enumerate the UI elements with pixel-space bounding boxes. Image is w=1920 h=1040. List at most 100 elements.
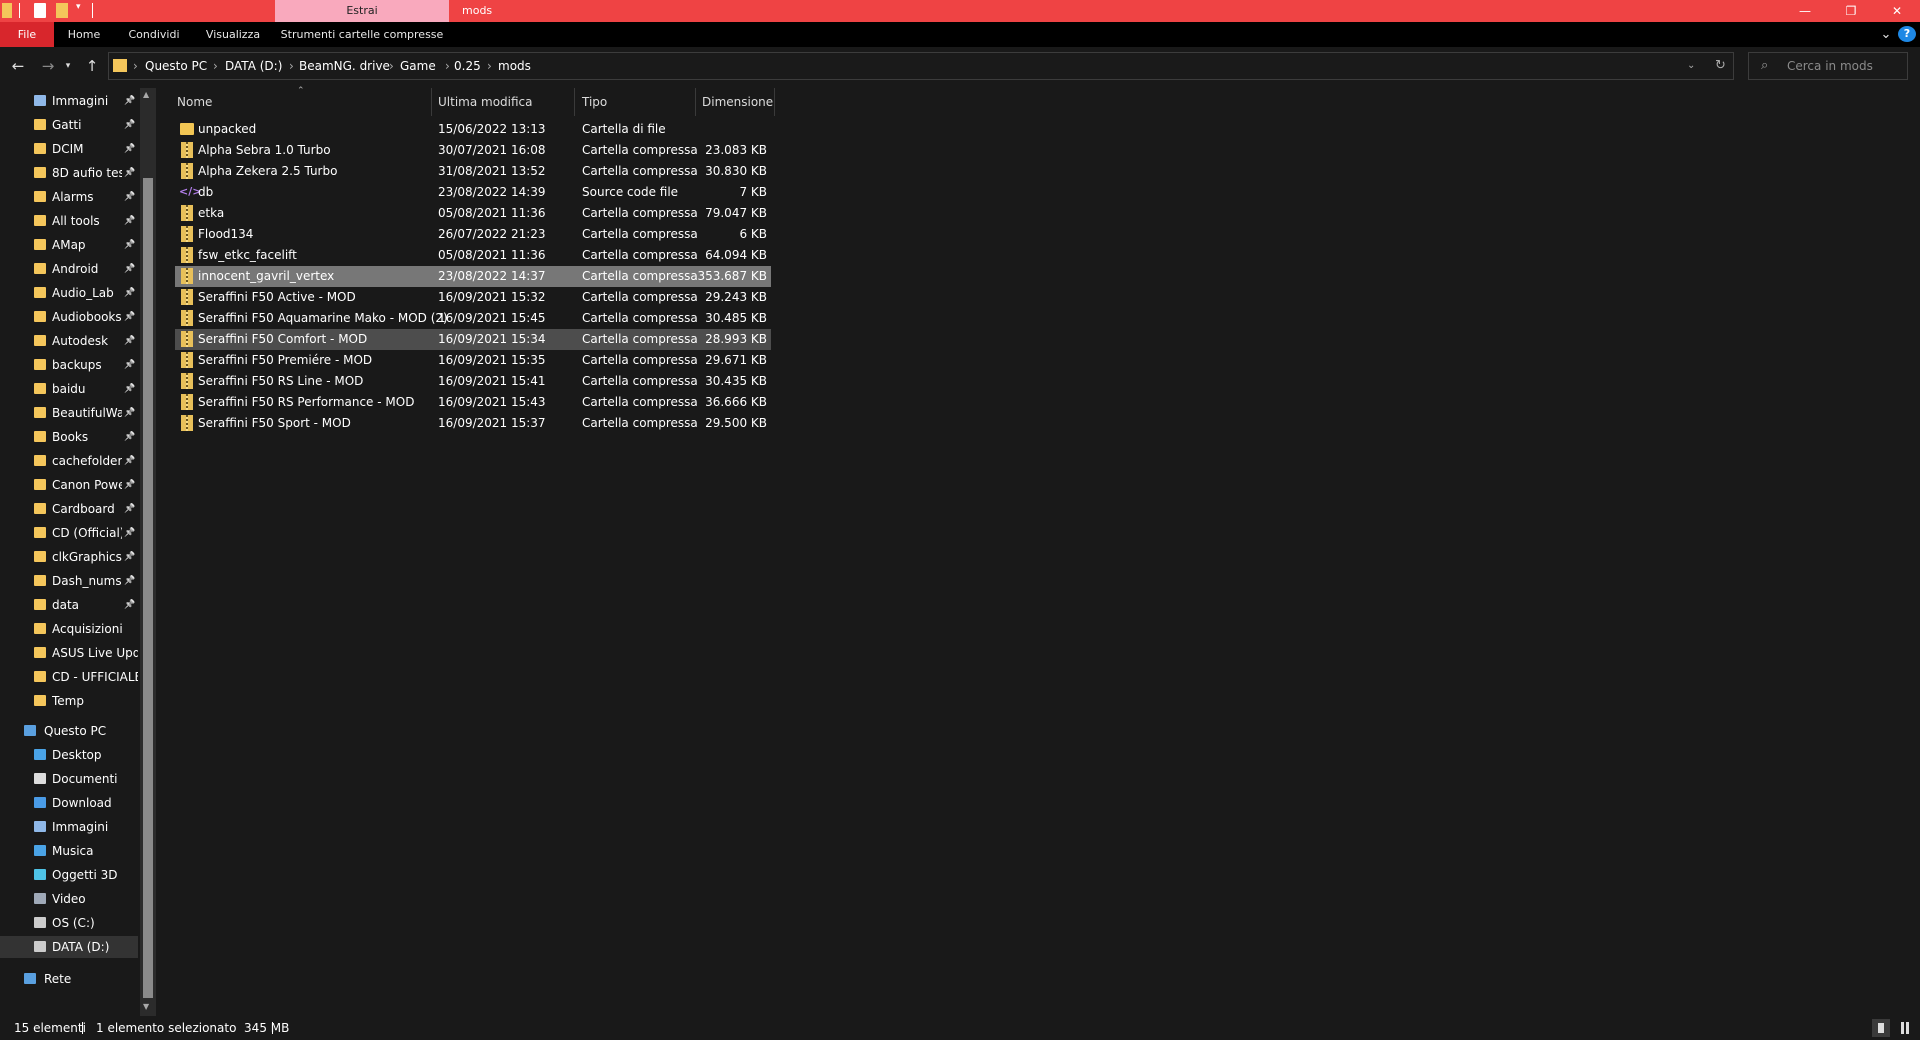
refresh-icon[interactable]: ↻ xyxy=(1715,53,1726,79)
large-icons-view-icon[interactable] xyxy=(1896,1019,1914,1037)
nav-item[interactable]: clkGraphics 📌 xyxy=(0,546,138,568)
pin-icon[interactable]: 📌 xyxy=(124,594,135,616)
pin-icon[interactable]: 📌 xyxy=(124,162,135,184)
nav-item[interactable]: AMap 📌 xyxy=(0,234,138,256)
minimize-button[interactable]: — xyxy=(1782,0,1828,22)
scroll-up-icon[interactable]: ▲ xyxy=(143,90,149,99)
column-header-type[interactable]: Tipo xyxy=(582,90,607,114)
tab-file[interactable]: File xyxy=(0,22,54,47)
nav-item[interactable]: Dash_nums 📌 xyxy=(0,570,138,592)
nav-item[interactable]: Android 📌 xyxy=(0,258,138,280)
file-row[interactable]: Seraffini F50 Comfort - MOD 16/09/2021 15… xyxy=(175,329,771,350)
nav-item[interactable]: Alarms 📌 xyxy=(0,186,138,208)
nav-network[interactable]: Rete xyxy=(0,968,138,990)
ribbon-expand-icon[interactable]: ⌄ xyxy=(1876,22,1896,47)
pin-icon[interactable]: 📌 xyxy=(124,330,135,352)
nav-pc-item[interactable]: Immagini xyxy=(0,816,138,838)
new-folder-icon[interactable] xyxy=(56,3,68,18)
file-row[interactable]: Alpha Zekera 2.5 Turbo 31/08/2021 13:52 Ca… xyxy=(175,161,771,182)
file-row[interactable]: Seraffini F50 Premiére - MOD 16/09/2021 1… xyxy=(175,350,771,371)
breadcrumb-game[interactable]: Game xyxy=(400,53,436,79)
recent-locations-icon[interactable]: ▾ xyxy=(62,56,74,76)
breadcrumb-this-pc[interactable]: Questo PC xyxy=(145,53,207,79)
nav-item[interactable]: Cardboard 📌 xyxy=(0,498,138,520)
nav-item[interactable]: backups 📌 xyxy=(0,354,138,376)
nav-pc-item[interactable]: DATA (D:) xyxy=(0,936,138,958)
address-bar[interactable]: › Questo PC › DATA (D:) › BeamNG. drive … xyxy=(108,52,1734,80)
nav-item[interactable]: 8D aufio test 📌 xyxy=(0,162,138,184)
nav-item[interactable]: Canon Power📌 xyxy=(0,474,138,496)
breadcrumb-separator-icon[interactable]: › xyxy=(289,53,294,79)
breadcrumb-mods[interactable]: mods xyxy=(498,53,531,79)
nav-pc-item[interactable]: OS (C:) xyxy=(0,912,138,934)
breadcrumb-separator-icon[interactable]: › xyxy=(487,53,492,79)
file-row[interactable]: Flood134 26/07/2022 21:23 Cartella compres… xyxy=(175,224,771,245)
nav-item[interactable]: CD (Official) 📌 xyxy=(0,522,138,544)
column-divider[interactable] xyxy=(431,88,432,116)
maximize-button[interactable]: ❐ xyxy=(1828,0,1874,22)
nav-scrollbar-thumb[interactable] xyxy=(143,178,153,998)
breadcrumb-data-drive[interactable]: DATA (D:) xyxy=(225,53,282,79)
nav-item[interactable]: ASUS Live Updat xyxy=(0,642,138,664)
file-row[interactable]: innocent_gavril_vertex 23/08/2022 14:37 Ca… xyxy=(175,266,771,287)
nav-pc-item[interactable]: Oggetti 3D xyxy=(0,864,138,886)
pin-icon[interactable]: 📌 xyxy=(124,498,135,520)
nav-item[interactable]: Books 📌 xyxy=(0,426,138,448)
pin-icon[interactable]: 📌 xyxy=(124,210,135,232)
pin-icon[interactable]: 📌 xyxy=(124,426,135,448)
pin-icon[interactable]: 📌 xyxy=(124,402,135,424)
breadcrumb-separator-icon[interactable]: › xyxy=(133,53,138,79)
nav-item[interactable]: BeautifulWat 📌 xyxy=(0,402,138,424)
pin-icon[interactable]: 📌 xyxy=(124,258,135,280)
pin-icon[interactable]: 📌 xyxy=(124,474,135,496)
file-row[interactable]: fsw_etkc_facelift 05/08/2021 11:36 Cartell… xyxy=(175,245,771,266)
file-row[interactable]: Alpha Sebra 1.0 Turbo 30/07/2021 16:08 Car… xyxy=(175,140,771,161)
pin-icon[interactable]: 📌 xyxy=(124,90,135,112)
nav-item[interactable]: Immagini 📌 xyxy=(0,90,138,112)
up-icon[interactable]: ↑ xyxy=(82,56,102,76)
scroll-down-icon[interactable]: ▼ xyxy=(143,1002,149,1011)
nav-item[interactable]: All tools 📌 xyxy=(0,210,138,232)
breadcrumb-version[interactable]: 0.25 xyxy=(454,53,481,79)
back-icon[interactable]: ← xyxy=(8,56,28,76)
nav-pc-item[interactable]: Musica xyxy=(0,840,138,862)
search-box[interactable]: ⌕ Cerca in mods xyxy=(1748,52,1908,80)
tab-share[interactable]: Condividi xyxy=(118,22,190,47)
details-view-icon[interactable] xyxy=(1872,1019,1890,1037)
pin-icon[interactable]: 📌 xyxy=(124,522,135,544)
pin-icon[interactable]: 📌 xyxy=(124,114,135,136)
nav-pc-item[interactable]: Video xyxy=(0,888,138,910)
nav-item[interactable]: baidu 📌 xyxy=(0,378,138,400)
nav-item[interactable]: Audiobooks 📌 xyxy=(0,306,138,328)
column-header-modified[interactable]: Ultima modifica xyxy=(438,90,533,114)
nav-item[interactable]: data 📌 xyxy=(0,594,138,616)
column-divider[interactable] xyxy=(574,88,575,116)
nav-item[interactable]: CD - UFFICIALE xyxy=(0,666,138,688)
nav-item[interactable]: Gatti 📌 xyxy=(0,114,138,136)
quick-access-dropdown-icon[interactable]: ▾ xyxy=(76,2,81,12)
close-button[interactable]: ✕ xyxy=(1874,0,1920,22)
nav-pc-item[interactable]: Documenti xyxy=(0,768,138,790)
tab-home[interactable]: Home xyxy=(62,22,106,47)
pin-icon[interactable]: 📌 xyxy=(124,282,135,304)
breadcrumb-beamng[interactable]: BeamNG. drive xyxy=(299,53,390,79)
pin-icon[interactable]: 📌 xyxy=(124,306,135,328)
address-dropdown-icon[interactable]: ⌄ xyxy=(1687,53,1695,79)
breadcrumb-separator-icon[interactable]: › xyxy=(389,53,394,79)
tab-view[interactable]: Visualizza xyxy=(196,22,270,47)
nav-item[interactable]: Acquisizioni xyxy=(0,618,138,640)
pin-icon[interactable]: 📌 xyxy=(124,138,135,160)
nav-item[interactable]: cachefolder 📌 xyxy=(0,450,138,472)
pin-icon[interactable]: 📌 xyxy=(124,378,135,400)
nav-item[interactable]: Temp xyxy=(0,690,138,712)
help-icon[interactable]: ? xyxy=(1898,26,1916,42)
file-row[interactable]: Seraffini F50 Active - MOD 16/09/2021 15:… xyxy=(175,287,771,308)
nav-item[interactable]: DCIM 📌 xyxy=(0,138,138,160)
pin-icon[interactable]: 📌 xyxy=(124,570,135,592)
tab-compressed-tools[interactable]: Strumenti cartelle compresse xyxy=(280,22,444,47)
file-row[interactable]: Seraffini F50 RS Performance - MOD 16/09/… xyxy=(175,392,771,413)
pin-icon[interactable]: 📌 xyxy=(124,234,135,256)
breadcrumb-separator-icon[interactable]: › xyxy=(445,53,450,79)
nav-this-pc[interactable]: Questo PC xyxy=(0,720,138,742)
forward-icon[interactable]: → xyxy=(38,56,58,76)
